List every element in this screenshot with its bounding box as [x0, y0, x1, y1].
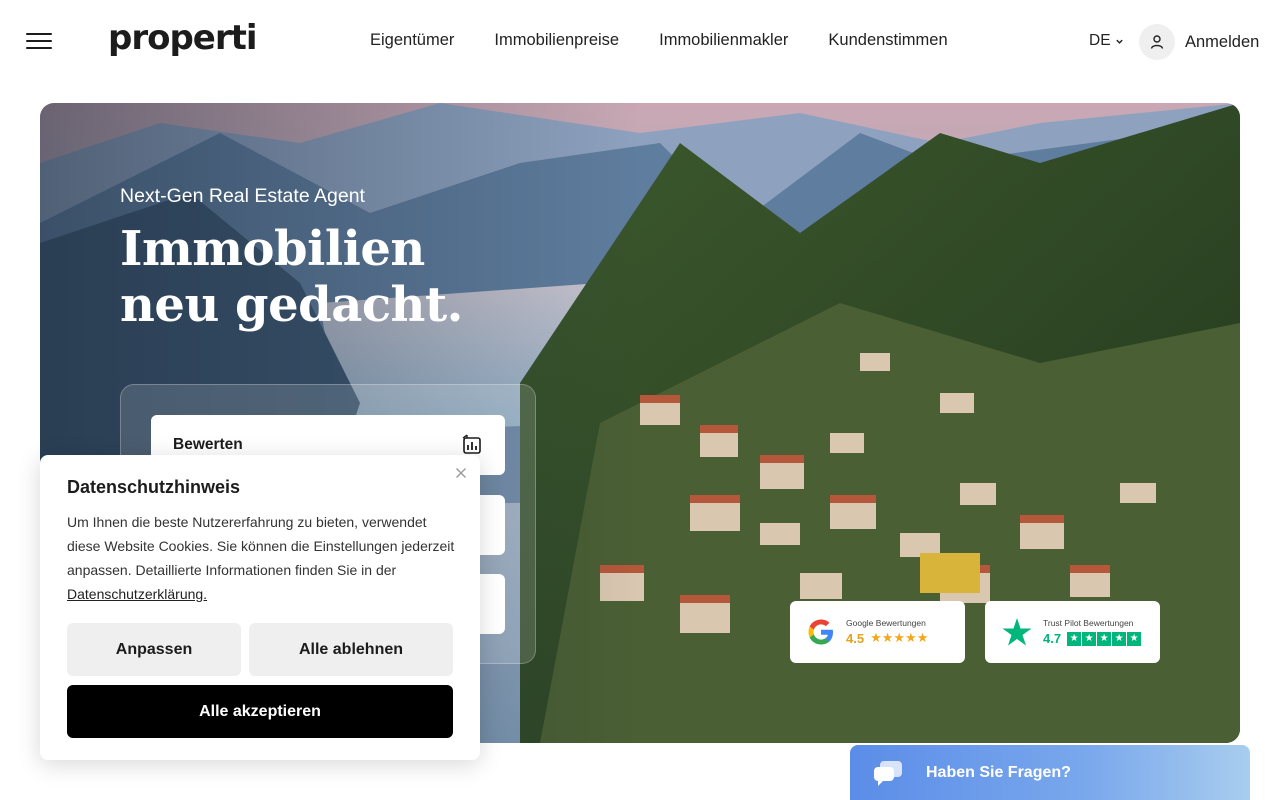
- trustpilot-rating-score: 4.7: [1043, 631, 1062, 646]
- star-icon: ★: [1082, 631, 1097, 646]
- chat-widget-button[interactable]: Haben Sie Fragen?: [850, 745, 1250, 800]
- nav-link-agents[interactable]: Immobilienmakler: [659, 31, 788, 50]
- chat-widget-label: Haben Sie Fragen?: [926, 763, 1071, 781]
- star-icon: ★: [1112, 631, 1127, 646]
- trustpilot-rating-source: Trust Pilot Bewertungen: [1043, 618, 1134, 628]
- hero-headline: Immobilien neu gedacht.: [120, 221, 463, 333]
- privacy-policy-link[interactable]: Datenschutzerklärung.: [67, 586, 207, 602]
- google-rating-score: 4.5: [846, 631, 865, 646]
- trustpilot-rating-badge[interactable]: Trust Pilot Bewertungen 4.7 ★ ★ ★ ★ ★: [985, 601, 1160, 663]
- cookie-dialog-text: Um Ihnen die beste Nutzererfahrung zu bi…: [67, 510, 457, 606]
- hamburger-menu-icon[interactable]: [26, 33, 52, 51]
- google-logo-icon: [808, 619, 833, 645]
- logo[interactable]: properti: [108, 18, 258, 58]
- hero-headline-line2: neu gedacht.: [120, 277, 463, 333]
- chevron-down-icon: [1115, 39, 1123, 44]
- nav-link-testimonials[interactable]: Kundenstimmen: [828, 31, 947, 50]
- user-icon: [1139, 24, 1175, 60]
- valuate-label: Bewerten: [173, 436, 243, 453]
- login-button[interactable]: Anmelden: [1139, 24, 1259, 60]
- trustpilot-star-rating: ★ ★ ★ ★ ★: [1067, 631, 1142, 646]
- cookie-dialog-title: Datenschutzhinweis: [67, 477, 241, 497]
- close-icon[interactable]: [455, 467, 467, 479]
- star-icon: ★: [1067, 631, 1082, 646]
- google-rating-badge[interactable]: Google Bewertungen 4.5 ★★★★★: [790, 601, 965, 663]
- login-label: Anmelden: [1185, 32, 1260, 51]
- nav-link-property-prices[interactable]: Immobilienpreise: [494, 31, 619, 50]
- language-switcher[interactable]: DE: [1089, 32, 1124, 50]
- cookie-dialog-body: Um Ihnen die beste Nutzererfahrung zu bi…: [67, 514, 455, 578]
- nav-link-owners[interactable]: Eigentümer: [370, 31, 454, 50]
- star-icon: ★: [1127, 631, 1142, 646]
- google-star-rating: ★★★★★: [870, 631, 929, 646]
- hero-kicker: Next-Gen Real Estate Agent: [120, 185, 365, 207]
- language-label: DE: [1089, 32, 1111, 49]
- hero-headline-line1: Immobilien: [120, 221, 425, 277]
- main-nav: Eigentümer Immobilienpreise Immobilienma…: [370, 31, 948, 50]
- trustpilot-star-icon: [1002, 618, 1032, 646]
- adjust-cookies-button[interactable]: Anpassen: [67, 623, 241, 676]
- reject-all-cookies-button[interactable]: Alle ablehnen: [249, 623, 453, 676]
- google-rating-source: Google Bewertungen: [846, 618, 926, 628]
- chat-bubbles-icon: [874, 760, 902, 786]
- valuation-chart-icon: [462, 434, 481, 454]
- site-header: properti Eigentümer Immobilienpreise Imm…: [0, 0, 1280, 82]
- star-icon: ★: [1097, 631, 1112, 646]
- cookie-consent-dialog: Datenschutzhinweis Um Ihnen die beste Nu…: [40, 455, 480, 760]
- accept-all-cookies-button[interactable]: Alle akzeptieren: [67, 685, 453, 738]
